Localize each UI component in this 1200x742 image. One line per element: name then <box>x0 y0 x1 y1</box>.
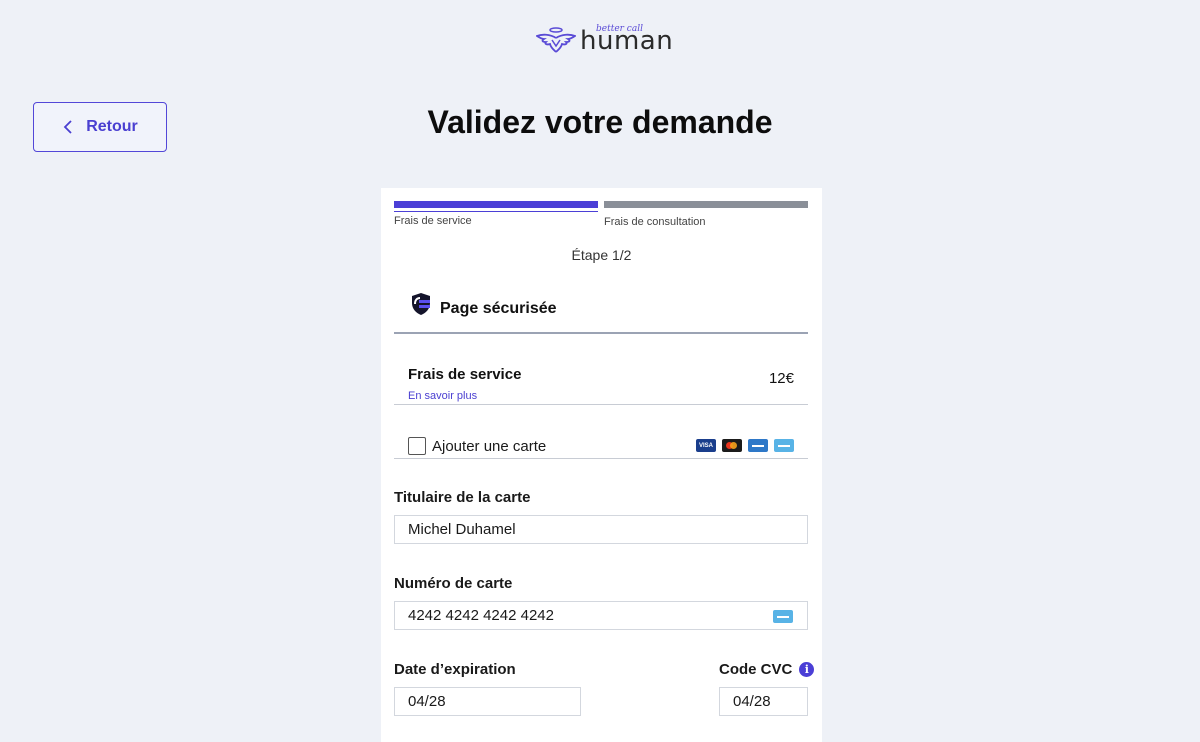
logo: better call human <box>536 24 673 56</box>
page-title: Validez votre demande <box>427 104 773 140</box>
secure-page-header: Page sécurisée <box>394 292 808 334</box>
card-generic-icon <box>774 439 794 452</box>
fee-label: Frais de service <box>408 366 522 383</box>
fee-row: Frais de service En savoir plus 12€ <box>394 366 808 405</box>
step-underline <box>394 211 598 212</box>
mastercard-icon <box>722 439 742 452</box>
expiry-label: Date d’expiration <box>394 661 516 678</box>
card-holder-label: Titulaire de la carte <box>394 489 531 506</box>
step-label: Frais de service <box>394 215 472 227</box>
logo-tagline: better call <box>596 24 643 34</box>
learn-more-link[interactable]: En savoir plus <box>408 390 477 402</box>
angel-wings-icon <box>536 27 576 53</box>
step-bar-active <box>394 201 598 208</box>
card-generic-icon <box>773 610 793 623</box>
step-progress: Frais de service Frais de consultation <box>394 201 808 241</box>
payment-card: Frais de service Frais de consultation É… <box>381 188 822 742</box>
cvc-label: Code CVC <box>719 661 793 678</box>
info-icon[interactable]: i <box>799 662 815 677</box>
expiry-input[interactable]: 04/28 <box>394 687 581 716</box>
secure-page-label: Page sécurisée <box>440 300 557 317</box>
fee-amount: 12€ <box>768 370 794 387</box>
cvc-label-group: Code CVC i <box>719 661 815 678</box>
step-service-fee: Frais de service <box>394 201 598 227</box>
add-card-checkbox[interactable] <box>408 437 426 455</box>
card-holder-input[interactable]: Michel Duhamel <box>394 515 808 544</box>
visa-icon: VISA <box>696 439 716 452</box>
card-number-input[interactable]: 4242 4242 4242 4242 <box>394 601 808 630</box>
step-count: Étape 1/2 <box>571 247 632 263</box>
amex-icon <box>748 439 768 452</box>
step-consultation-fee: Frais de consultation <box>604 201 808 228</box>
add-card-row: Ajouter une carte VISA <box>394 429 808 459</box>
cvc-input[interactable]: 04/28 <box>719 687 808 716</box>
card-number-value: 4242 4242 4242 4242 <box>408 607 554 624</box>
card-number-label: Numéro de carte <box>394 575 513 592</box>
shield-icon <box>412 293 430 315</box>
add-card-label: Ajouter une carte <box>432 438 547 455</box>
step-label: Frais de consultation <box>604 216 706 228</box>
step-bar-inactive <box>604 201 808 208</box>
card-brands: VISA <box>696 439 794 452</box>
